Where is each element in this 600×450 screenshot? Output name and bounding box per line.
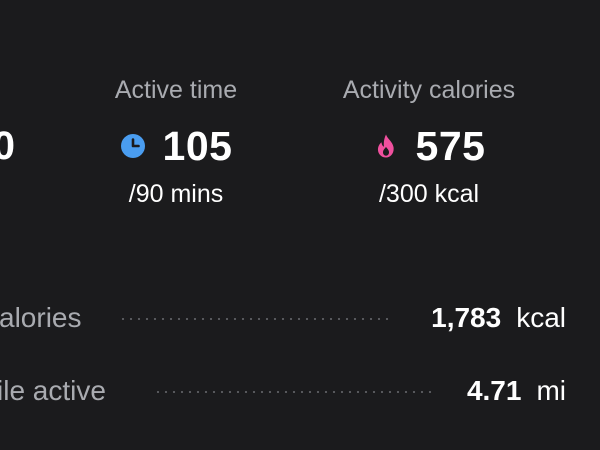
clock-icon xyxy=(120,133,146,159)
calories-detail-number: 1,783 xyxy=(431,302,502,333)
active-time-goal: /90 mins xyxy=(128,180,224,208)
distance-detail-unit: mi xyxy=(536,375,566,406)
active-time-value-row: 105 xyxy=(94,122,258,170)
flame-icon xyxy=(373,133,399,159)
activity-calories-stat[interactable]: Activity calories 575 /300 kcal xyxy=(318,74,540,210)
partial-stat-value: 60 xyxy=(0,124,16,168)
active-time-label: Active time xyxy=(114,76,238,104)
calories-detail-unit: kcal xyxy=(516,302,566,333)
distance-detail-label: ile active xyxy=(0,375,106,406)
dotted-leader xyxy=(154,391,436,393)
distance-detail-value: 4.71 mi xyxy=(467,373,566,409)
dotted-leader xyxy=(119,318,389,320)
activity-calories-value: 575 xyxy=(415,123,486,169)
calories-detail-row[interactable]: alories 1,783 kcal xyxy=(0,296,600,340)
activity-calories-goal: /300 kcal xyxy=(378,180,480,208)
activity-calories-label: Activity calories xyxy=(342,76,516,104)
calories-detail-value: 1,783 kcal xyxy=(431,300,566,336)
calories-detail-label: alories xyxy=(0,302,82,333)
distance-detail-number: 4.71 xyxy=(466,375,522,406)
active-time-stat[interactable]: Active time 105 /90 mins xyxy=(94,74,258,210)
activity-calories-value-row: 575 xyxy=(318,122,540,170)
distance-detail-row[interactable]: ile active 4.71 mi xyxy=(0,369,600,413)
active-time-value: 105 xyxy=(162,123,233,169)
activity-summary-screen: 60 Active time 105 /90 mins Activity cal… xyxy=(0,0,600,450)
